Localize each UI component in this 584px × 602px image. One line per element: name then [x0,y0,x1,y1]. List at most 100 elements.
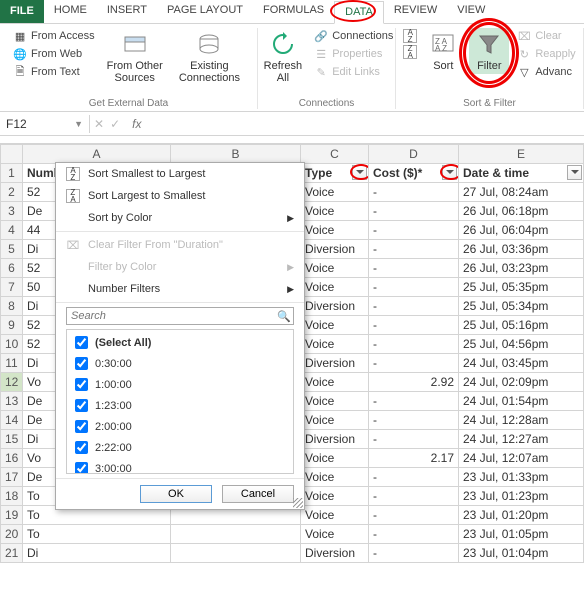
number-filters-item[interactable]: Number Filters▶ [56,278,304,300]
cell[interactable]: 24 Jul, 12:28am [459,411,584,430]
row-header[interactable]: 17 [1,468,23,487]
row-header[interactable]: 5 [1,240,23,259]
checkbox[interactable] [75,420,88,433]
fx-icon[interactable]: fx [124,117,149,131]
cell[interactable]: 23 Jul, 01:33pm [459,468,584,487]
row-header[interactable]: 14 [1,411,23,430]
cell[interactable]: - [369,411,459,430]
row-header[interactable]: 21 [1,544,23,563]
sort-button[interactable]: Z AA Z Sort [425,28,461,74]
cell[interactable]: Voice [301,525,369,544]
cell[interactable]: Voice [301,202,369,221]
sort-by-color-item[interactable]: Sort by Color▶ [56,207,304,229]
cell[interactable]: 24 Jul, 01:54pm [459,392,584,411]
cell[interactable]: - [369,297,459,316]
col-header-D[interactable]: D [369,145,459,164]
filter-check-item[interactable]: (Select All) [71,332,289,353]
col-header-C[interactable]: C [301,145,369,164]
ribbon-tab-file[interactable]: FILE [0,0,44,23]
ribbon-tab-page-layout[interactable]: PAGE LAYOUT [157,0,253,23]
checkbox[interactable] [75,336,88,349]
ribbon-tab-data[interactable]: DATA [334,1,384,24]
row-header[interactable]: 3 [1,202,23,221]
cell[interactable]: - [369,392,459,411]
row-header[interactable]: 7 [1,278,23,297]
cell[interactable]: - [369,487,459,506]
cell[interactable]: 26 Jul, 06:18pm [459,202,584,221]
cell[interactable]: To [23,525,171,544]
cell[interactable]: - [369,316,459,335]
formula-bar[interactable] [149,122,584,126]
row-header[interactable]: 18 [1,487,23,506]
cell[interactable]: Voice [301,506,369,525]
checkbox[interactable] [75,357,88,370]
advanced-button[interactable]: ▽Advanc [517,64,575,80]
cell[interactable]: 23 Jul, 01:04pm [459,544,584,563]
filter-search[interactable]: 🔍 [66,307,294,325]
chevron-down-icon[interactable]: ▼ [74,119,83,129]
edit-links-button[interactable]: ✎Edit Links [314,64,393,80]
row-header[interactable]: 8 [1,297,23,316]
cell[interactable]: 25 Jul, 05:35pm [459,278,584,297]
properties-button[interactable]: ☰Properties [314,46,393,62]
cell[interactable]: 26 Jul, 06:04pm [459,221,584,240]
cell[interactable]: - [369,506,459,525]
cell[interactable]: Voice [301,449,369,468]
row-header[interactable]: 9 [1,316,23,335]
row-header[interactable]: 11 [1,354,23,373]
cell[interactable]: 24 Jul, 12:07am [459,449,584,468]
checkbox[interactable] [75,378,88,391]
ribbon-tab-home[interactable]: HOME [44,0,97,23]
cell[interactable]: - [369,240,459,259]
ribbon-tab-view[interactable]: VIEW [447,0,495,23]
ribbon-tab-insert[interactable]: INSERT [97,0,157,23]
cell[interactable]: Diversion [301,240,369,259]
ok-button[interactable]: OK [140,485,212,503]
cell[interactable]: Diversion [301,297,369,316]
row-header[interactable]: 1 [1,164,23,183]
from-access-button[interactable]: ▦From Access [13,28,95,44]
cell[interactable]: - [369,221,459,240]
cell[interactable]: Voice [301,335,369,354]
connections-button[interactable]: 🔗Connections [314,28,393,44]
table-row[interactable]: 20ToVoice-23 Jul, 01:05pm [1,525,584,544]
sort-za-button[interactable]: ZA [403,44,417,60]
ribbon-tab-review[interactable]: REVIEW [384,0,447,23]
filter-checklist[interactable]: (Select All) 0:30:00 1:00:00 1:23:00 2:0… [66,329,294,474]
cell[interactable]: 23 Jul, 01:05pm [459,525,584,544]
checkbox[interactable] [75,462,88,474]
cell[interactable]: - [369,544,459,563]
filter-search-input[interactable] [67,308,275,324]
cell[interactable]: Voice [301,487,369,506]
cell[interactable]: 24 Jul, 03:45pm [459,354,584,373]
cell[interactable]: Diversion [301,544,369,563]
name-box[interactable]: F12 ▼ [0,115,90,133]
cell[interactable]: 26 Jul, 03:23pm [459,259,584,278]
from-other-sources-button[interactable]: From Other Sources [103,28,167,86]
cell[interactable]: - [369,278,459,297]
sort-az-button[interactable]: AZ [403,28,417,44]
cell[interactable]: - [369,468,459,487]
filter-check-item[interactable]: 2:00:00 [71,416,289,437]
filter-check-item[interactable]: 3:00:00 [71,458,289,474]
row-header[interactable]: 13 [1,392,23,411]
cell[interactable]: - [369,202,459,221]
filter-button[interactable]: Filter [469,28,509,74]
cell[interactable]: 24 Jul, 02:09pm [459,373,584,392]
select-all-corner[interactable] [1,145,23,164]
cell[interactable]: 23 Jul, 01:20pm [459,506,584,525]
cell[interactable]: - [369,183,459,202]
from-web-button[interactable]: 🌐From Web [13,46,95,62]
cell[interactable]: Diversion [301,430,369,449]
cell[interactable] [171,544,301,563]
cell[interactable]: Voice [301,278,369,297]
cell[interactable]: Voice [301,373,369,392]
row-header[interactable]: 20 [1,525,23,544]
sort-desc-item[interactable]: ZASort Largest to Smallest [56,185,304,207]
filter-check-item[interactable]: 0:30:00 [71,353,289,374]
cell[interactable]: 26 Jul, 03:36pm [459,240,584,259]
col-header-E[interactable]: E [459,145,584,164]
cell[interactable]: 25 Jul, 05:34pm [459,297,584,316]
filter-check-item[interactable]: 1:00:00 [71,374,289,395]
cell[interactable]: - [369,354,459,373]
